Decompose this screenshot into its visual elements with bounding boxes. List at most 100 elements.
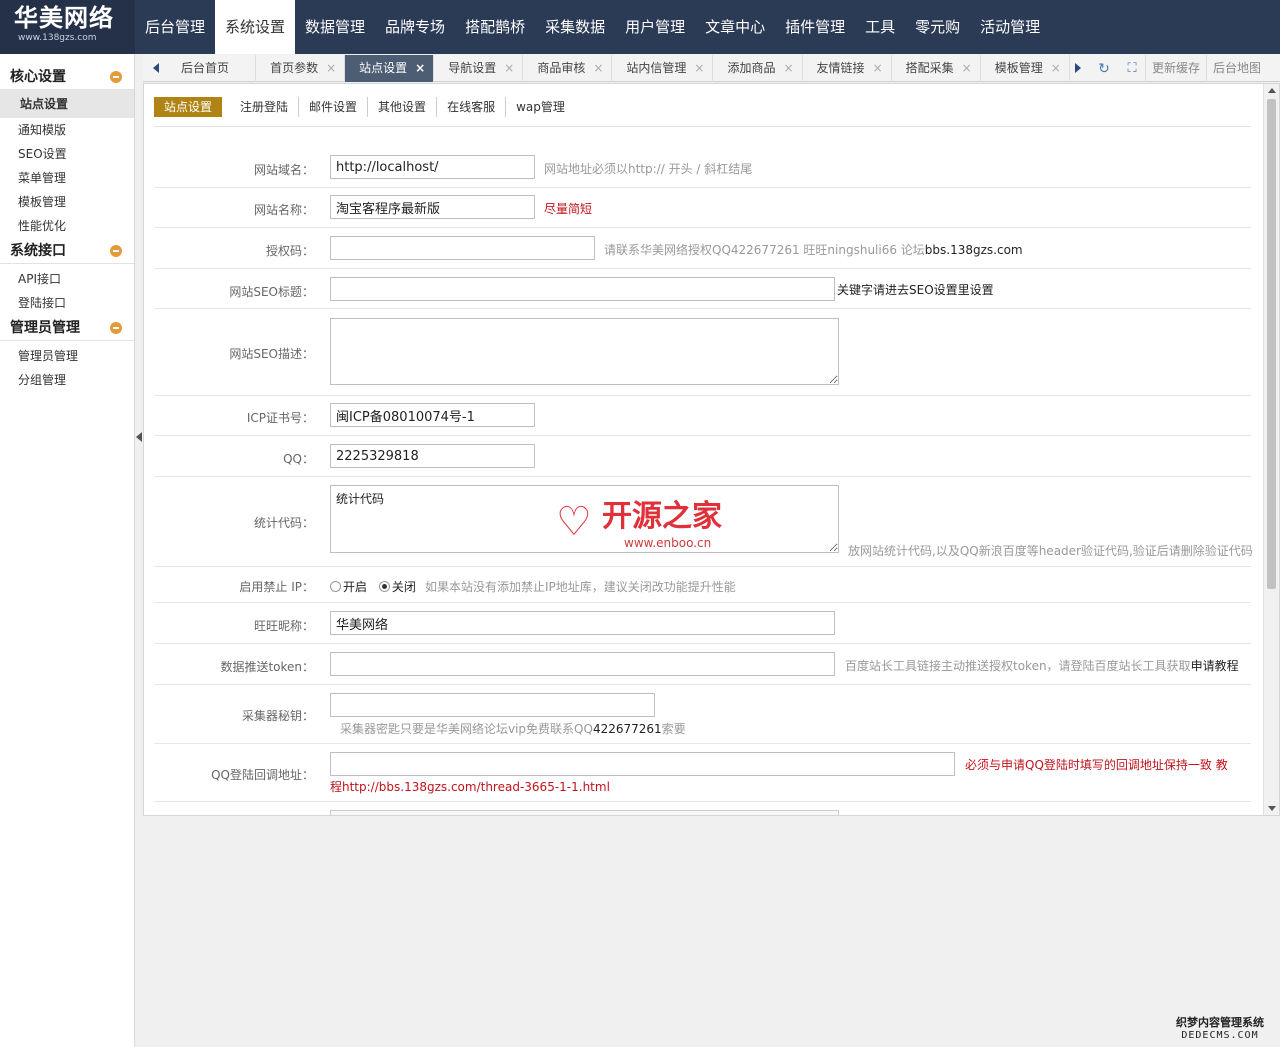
sidebar-item-login-api[interactable]: 登陆接口: [0, 291, 134, 315]
sidebar-collapse-arrow-icon[interactable]: [136, 432, 142, 442]
update-cache-button[interactable]: 更新缓存: [1145, 55, 1206, 82]
topnav-system-settings[interactable]: 系统设置: [215, 0, 296, 54]
sidebar-group-interfaces[interactable]: 系统接口: [0, 238, 134, 264]
form-row-qq-callback: QQ登陆回调地址： 必须与申请QQ登陆时填写的回调地址保持一致 教 程http:…: [154, 744, 1251, 802]
icp-input[interactable]: [330, 403, 535, 427]
close-icon[interactable]: ×: [962, 55, 972, 82]
token-input[interactable]: [330, 652, 835, 676]
subtab-site-settings[interactable]: 站点设置: [154, 97, 223, 117]
topnav-users[interactable]: 用户管理: [615, 0, 695, 54]
seo-title-input[interactable]: [330, 277, 835, 301]
sidebar-item-site-settings[interactable]: 站点设置: [0, 90, 134, 118]
qq-input[interactable]: [330, 444, 535, 468]
tab-home-params[interactable]: 首页参数 ×: [256, 55, 346, 82]
scroll-down-icon[interactable]: [1268, 806, 1276, 811]
close-icon[interactable]: ×: [415, 55, 425, 82]
ip-ban-radios: 开启 关闭: [330, 578, 416, 595]
divider: [154, 126, 1251, 127]
subtab-other[interactable]: 其他设置: [368, 97, 438, 117]
collector-key-hint-text: 采集器密匙只要是华美网络论坛vip免费联系QQ: [340, 722, 593, 736]
close-icon[interactable]: ×: [593, 55, 603, 82]
tab-match-collect[interactable]: 搭配采集 ×: [892, 55, 981, 82]
tab-label: 搭配采集: [905, 61, 954, 75]
collapse-icon[interactable]: [110, 71, 122, 83]
domain-label: 网站域名：: [253, 163, 314, 177]
close-icon[interactable]: ×: [326, 55, 336, 82]
form-row-site-name: 网站名称： 尽量简短: [154, 188, 1251, 228]
topnav-match[interactable]: 搭配鹊桥: [455, 0, 535, 54]
tab-site-settings[interactable]: 站点设置 ×: [345, 55, 435, 82]
sitemap-button[interactable]: 后台地图: [1206, 55, 1267, 82]
apply-tutorial-link[interactable]: 申请教程: [1191, 659, 1239, 673]
seo-desc-textarea[interactable]: [330, 318, 839, 385]
tab-scroll-right-icon[interactable]: [1075, 63, 1081, 73]
sidebar-item-notify-template[interactable]: 通知模版: [0, 118, 134, 142]
topnav-data[interactable]: 数据管理: [295, 0, 375, 54]
sidebar-item-admin-manage[interactable]: 管理员管理: [0, 344, 134, 368]
ip-ban-on-label[interactable]: 开启: [343, 580, 367, 594]
topnav-backend[interactable]: 后台管理: [135, 0, 215, 54]
site-settings-form: 网站域名： 网站地址必须以http:// 开头 / 斜杠结尾 网站名称： 尽量简…: [154, 147, 1253, 815]
qq-callback-tutorial-link[interactable]: 程http://bbs.138gzs.com/thread-3665-1-1.h…: [330, 778, 610, 795]
subtab-mail[interactable]: 邮件设置: [299, 97, 369, 117]
close-icon[interactable]: ×: [504, 55, 514, 82]
sidebar-group-core[interactable]: 核心设置: [0, 64, 134, 90]
ip-ban-on-radio[interactable]: [330, 581, 341, 592]
topnav-activities[interactable]: 活动管理: [970, 0, 1050, 54]
topnav-collect[interactable]: 采集数据: [535, 0, 615, 54]
fullscreen-icon[interactable]: ⛶: [1125, 61, 1139, 76]
tab-messages[interactable]: 站内信管理 ×: [612, 55, 714, 82]
sidebar-group-admins[interactable]: 管理员管理: [0, 315, 134, 341]
partial-textarea[interactable]: [330, 810, 839, 815]
collapse-icon[interactable]: [110, 245, 122, 257]
topnav-zero-buy[interactable]: 零元购: [905, 0, 970, 54]
tab-template-manage[interactable]: 模板管理 ×: [981, 55, 1070, 82]
sidebar-item-group-manage[interactable]: 分组管理: [0, 368, 134, 392]
tab-tools: ↻ ⛶ 更新缓存 后台地图: [1097, 55, 1267, 82]
sidebar-item-seo[interactable]: SEO设置: [0, 142, 134, 166]
form-row-token: 数据推送token： 百度站长工具链接主动推送授权token，请登陆百度站长工具…: [154, 644, 1251, 685]
qq-callback-input[interactable]: [330, 752, 955, 776]
ip-ban-off-radio[interactable]: [378, 581, 390, 592]
logo[interactable]: 华美网络 www.138gzs.com: [0, 0, 135, 54]
sidebar-item-menu[interactable]: 菜单管理: [0, 166, 134, 190]
close-icon[interactable]: ×: [873, 55, 883, 82]
sidebar-item-template[interactable]: 模板管理: [0, 190, 134, 214]
tab-scroll-left-icon[interactable]: [153, 63, 159, 73]
subtab-register-login[interactable]: 注册登陆: [230, 97, 300, 117]
topnav-brand[interactable]: 品牌专场: [375, 0, 455, 54]
close-icon[interactable]: ×: [783, 55, 793, 82]
domain-input[interactable]: [330, 155, 535, 179]
topnav-articles[interactable]: 文章中心: [695, 0, 775, 54]
collapse-icon[interactable]: [110, 322, 122, 334]
tab-label: 站内信管理: [626, 61, 687, 75]
scroll-up-icon[interactable]: [1268, 88, 1276, 93]
scroll-thumb[interactable]: [1267, 99, 1276, 589]
close-icon[interactable]: ×: [1051, 55, 1061, 82]
sidebar-item-api[interactable]: API接口: [0, 267, 134, 291]
collector-key-input[interactable]: [330, 693, 655, 717]
subtab-wap[interactable]: wap管理: [506, 97, 575, 117]
tab-home[interactable]: 后台首页×: [167, 55, 257, 82]
form-row-domain: 网站域名： 网站地址必须以http:// 开头 / 斜杠结尾: [154, 147, 1251, 188]
subtab-online-service[interactable]: 在线客服: [437, 97, 507, 117]
close-icon[interactable]: ×: [694, 55, 704, 82]
topnav-plugins[interactable]: 插件管理: [775, 0, 855, 54]
tab-label: 首页参数: [270, 61, 319, 75]
sidebar-item-performance[interactable]: 性能优化: [0, 214, 134, 238]
stats-hint: 放网站统计代码,以及QQ新浪百度等header验证代码,验证后请删除验证代码: [848, 544, 1253, 558]
site-name-input[interactable]: [330, 195, 535, 219]
tab-nav-settings[interactable]: 导航设置 ×: [434, 55, 524, 82]
tab-friend-links[interactable]: 友情链接 ×: [803, 55, 892, 82]
forum-link[interactable]: bbs.138gzs.com: [925, 243, 1023, 257]
topnav-tools[interactable]: 工具: [855, 0, 905, 54]
qq-callback-label: QQ登陆回调地址：: [211, 768, 314, 782]
sidebar: 核心设置 站点设置 通知模版 SEO设置 菜单管理 模板管理 性能优化 系统接口…: [0, 54, 135, 1047]
ip-ban-off-label[interactable]: 关闭: [392, 580, 416, 594]
auth-code-input[interactable]: [330, 236, 595, 260]
tab-goods-review[interactable]: 商品审核 ×: [523, 55, 613, 82]
refresh-icon[interactable]: ↻: [1097, 62, 1111, 76]
vertical-scrollbar[interactable]: [1263, 84, 1279, 815]
tab-add-goods[interactable]: 添加商品 ×: [713, 55, 803, 82]
wangwang-input[interactable]: [330, 611, 835, 635]
